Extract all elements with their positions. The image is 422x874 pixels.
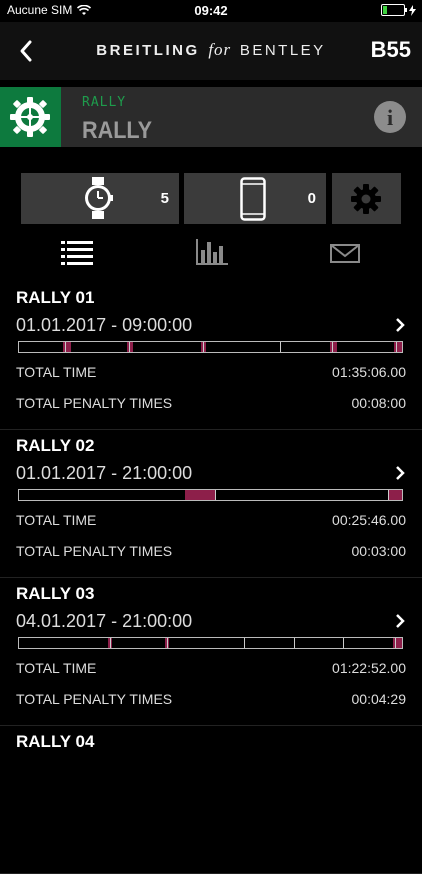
rally-entry[interactable]: RALLY 03 04.01.2017 - 21:00:00 TOTAL TIM… xyxy=(0,578,422,726)
total-time-value: 00:25:46.00 xyxy=(332,512,406,528)
penalty-value: 00:04:29 xyxy=(351,691,407,707)
rally-entry-date: 01.01.2017 - 09:00:00 xyxy=(16,315,193,335)
charging-icon xyxy=(409,4,416,16)
penalty-segment xyxy=(185,490,216,500)
wheel-icon xyxy=(10,97,50,137)
settings-button[interactable] xyxy=(332,173,401,224)
status-right xyxy=(381,4,416,16)
rally-mode-badge xyxy=(0,87,61,147)
rally-timeline xyxy=(18,489,403,501)
penalty-value: 00:03:00 xyxy=(351,543,407,559)
rally-subtitle: RALLY xyxy=(82,95,127,110)
stage-tick xyxy=(110,638,111,648)
nav-bar: BREITLING for BENTLEY B55 xyxy=(0,22,422,80)
phone-button[interactable]: 0 xyxy=(184,173,326,224)
stage-tick xyxy=(203,342,204,352)
rally-entry-date: 01.01.2017 - 21:00:00 xyxy=(16,463,193,483)
brand-bentley: BENTLEY xyxy=(239,42,326,59)
phone-count: 0 xyxy=(307,190,316,207)
brand-logo: BREITLING for BENTLEY xyxy=(0,40,422,60)
total-time-value: 01:22:52.00 xyxy=(332,660,406,676)
brand-for: for xyxy=(208,40,232,59)
watch-icon xyxy=(85,177,113,219)
brand-breitling: BREITLING xyxy=(96,42,200,59)
battery-icon xyxy=(381,4,407,16)
stage-tick xyxy=(65,342,66,352)
rally-title: RALLY xyxy=(82,117,153,144)
total-time-value: 01:35:06.00 xyxy=(332,364,406,380)
total-time-label: TOTAL TIME xyxy=(16,660,97,676)
stage-tick xyxy=(280,342,281,352)
rally-entry[interactable]: RALLY 04 xyxy=(0,726,422,874)
rally-entry-date: 04.01.2017 - 21:00:00 xyxy=(16,611,193,631)
chevron-right-icon[interactable] xyxy=(394,613,406,629)
watch-button[interactable]: 5 xyxy=(21,173,179,224)
view-tabs xyxy=(0,238,422,268)
stage-tick xyxy=(332,342,333,352)
stage-tick xyxy=(395,638,396,648)
chart-icon[interactable] xyxy=(192,238,232,266)
rally-entry-title: RALLY 02 xyxy=(16,436,95,455)
stage-tick xyxy=(244,638,245,648)
watch-count: 5 xyxy=(160,190,169,207)
stage-tick xyxy=(215,490,216,500)
clock: 09:42 xyxy=(194,3,228,18)
stage-tick xyxy=(129,342,130,352)
rally-entry[interactable]: RALLY 01 01.01.2017 - 09:00:00 TOTAL TIM… xyxy=(0,282,422,430)
penalty-label: TOTAL PENALTY TIMES xyxy=(16,395,173,411)
rally-entry-title: RALLY 03 xyxy=(16,584,95,603)
penalty-segment xyxy=(127,342,133,352)
stage-tick xyxy=(396,342,397,352)
mail-icon[interactable] xyxy=(325,238,365,266)
gear-icon xyxy=(351,184,381,214)
status-bar: Aucune SIM 09:42 xyxy=(0,0,422,22)
chevron-right-icon[interactable] xyxy=(394,317,406,333)
phone-icon xyxy=(240,177,266,221)
rally-timeline xyxy=(18,341,403,353)
rally-entry[interactable]: RALLY 02 01.01.2017 - 21:00:00 TOTAL TIM… xyxy=(0,430,422,578)
penalty-value: 00:08:00 xyxy=(351,395,407,411)
rally-header: RALLY RALLY i xyxy=(0,87,422,147)
total-time-label: TOTAL TIME xyxy=(16,512,97,528)
penalty-label: TOTAL PENALTY TIMES xyxy=(16,543,173,559)
penalty-segment xyxy=(388,490,402,500)
model-label: B55 xyxy=(370,37,411,62)
penalty-label: TOTAL PENALTY TIMES xyxy=(16,691,173,707)
rally-entry-title: RALLY 01 xyxy=(16,288,95,307)
device-row: 5 0 xyxy=(0,173,422,224)
info-icon[interactable]: i xyxy=(374,101,406,133)
stage-tick xyxy=(343,638,344,648)
stage-tick xyxy=(167,638,168,648)
rally-timeline xyxy=(18,637,403,649)
rally-entry-title: RALLY 04 xyxy=(16,732,95,751)
list-icon[interactable] xyxy=(57,238,97,266)
chevron-right-icon[interactable] xyxy=(394,465,406,481)
stage-tick xyxy=(294,638,295,648)
stage-tick xyxy=(388,490,389,500)
total-time-label: TOTAL TIME xyxy=(16,364,97,380)
